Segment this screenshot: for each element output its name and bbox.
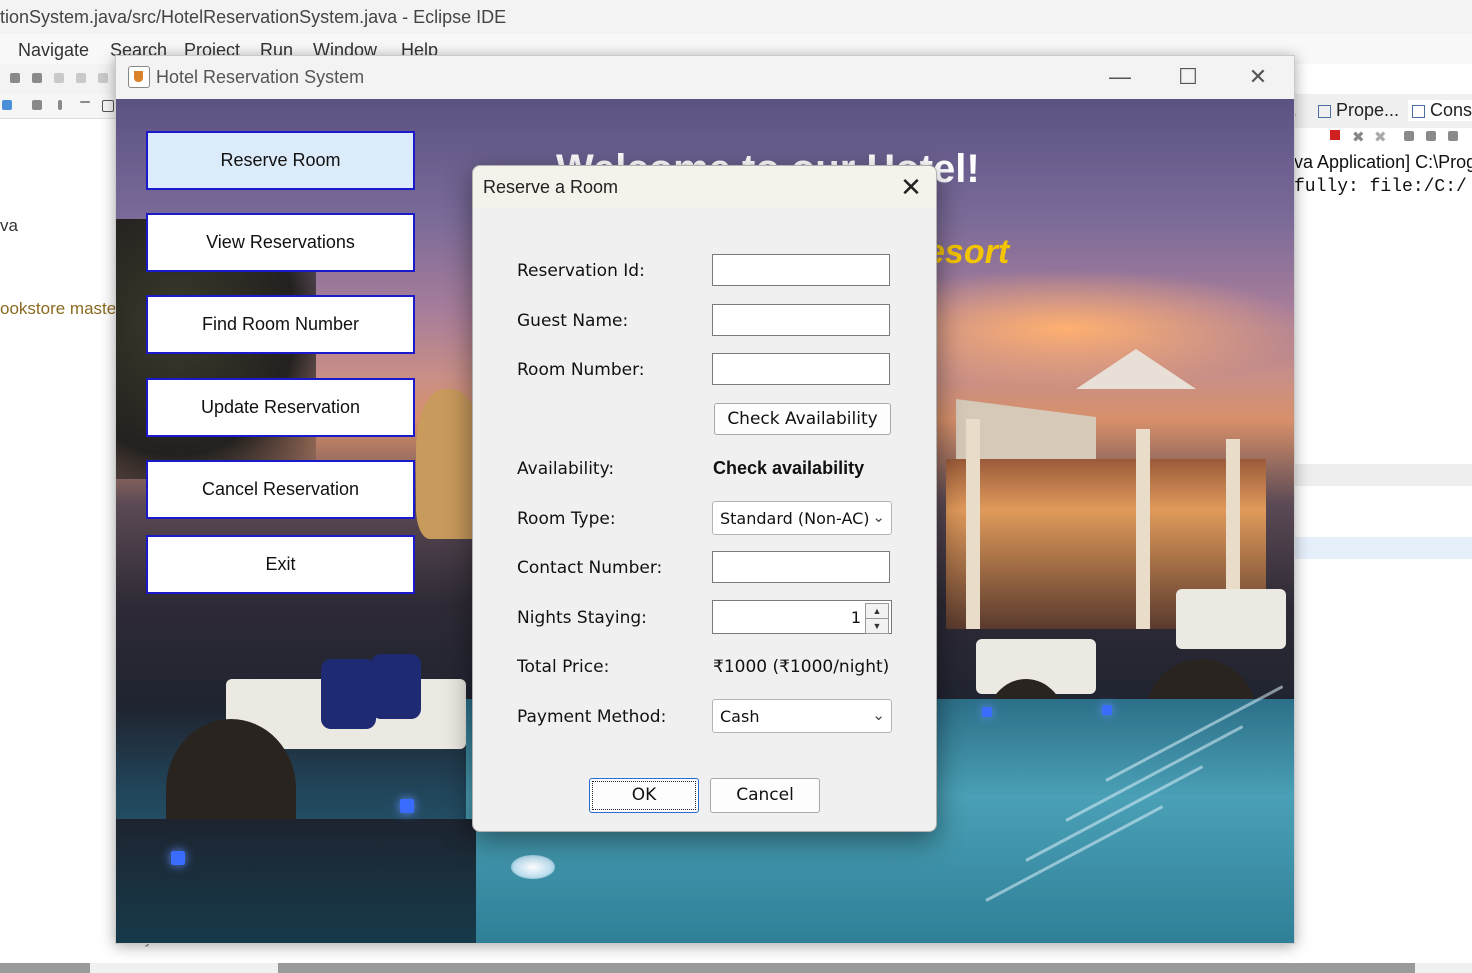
- toolbar-icon[interactable]: [32, 73, 42, 83]
- exit-button[interactable]: Exit: [146, 535, 415, 594]
- app-title-bar: Hotel Reservation System — ☐ ✕: [116, 56, 1294, 99]
- resort-banner: esort: [926, 233, 1010, 271]
- spinner-down-icon[interactable]: ▼: [865, 618, 889, 634]
- reserve-room-button[interactable]: Reserve Room: [146, 131, 415, 190]
- cancel-reservation-button[interactable]: Cancel Reservation: [146, 460, 415, 519]
- guest-name-input[interactable]: [712, 304, 890, 336]
- console-header: va Application] C:\Progr: [1294, 152, 1472, 172]
- view-menu-icon[interactable]: [58, 100, 62, 110]
- console-toolbar-icon[interactable]: [1426, 131, 1436, 141]
- dialog-title: Reserve a Room: [483, 177, 619, 197]
- scrollbar-thumb[interactable]: [278, 963, 1415, 973]
- spinner-up-icon[interactable]: ▲: [865, 603, 889, 619]
- total-price-label: Total Price:: [517, 657, 610, 677]
- chevron-down-icon: ⌄: [872, 707, 885, 724]
- minimize-button[interactable]: —: [1100, 62, 1140, 92]
- tab-console[interactable]: Cons.: [1408, 100, 1472, 121]
- contact-number-label: Contact Number:: [517, 558, 663, 578]
- room-type-select[interactable]: Standard (Non-AC) ⌄: [712, 501, 892, 535]
- contact-number-input[interactable]: [712, 551, 890, 583]
- ide-toolbar: [0, 64, 120, 94]
- update-reservation-button[interactable]: Update Reservation: [146, 378, 415, 437]
- reserve-room-dialog: Reserve a Room ✕ Reservation Id: Guest N…: [472, 165, 937, 832]
- availability-value: Check availability: [713, 458, 865, 478]
- find-room-number-button[interactable]: Find Room Number: [146, 295, 415, 354]
- ide-right-panel: . Prope... Cons. ✖ ✖ va Application] C:\…: [1292, 64, 1472, 973]
- app-window-title: Hotel Reservation System: [156, 67, 365, 87]
- tab-console-label: Cons.: [1430, 100, 1472, 120]
- nights-staying-spinner[interactable]: 1 ▲ ▼: [712, 600, 892, 634]
- reservation-id-input[interactable]: [712, 254, 890, 286]
- tree-item[interactable]: ookstore maste: [0, 299, 116, 319]
- filter-icon[interactable]: [2, 100, 12, 110]
- console-output: fully: file:/C:/: [1294, 177, 1467, 197]
- maximize-button[interactable]: ☐: [1168, 62, 1208, 92]
- nights-staying-label: Nights Staying:: [517, 608, 647, 628]
- payment-method-label: Payment Method:: [517, 707, 667, 727]
- view-tabs: . Prope... Cons.: [1292, 94, 1472, 128]
- console-toolbar-icon[interactable]: [1448, 131, 1458, 141]
- menu-navigate[interactable]: Navigate: [18, 40, 89, 61]
- dialog-close-icon[interactable]: ✕: [893, 170, 929, 204]
- toolbar-icon[interactable]: [54, 73, 64, 83]
- java-icon: [128, 66, 150, 88]
- room-type-value: Standard (Non-AC): [720, 509, 870, 528]
- tab-properties-label: Prope...: [1336, 100, 1400, 120]
- selected-row: [1294, 537, 1472, 559]
- panel-separator: [1294, 464, 1472, 486]
- room-type-label: Room Type:: [517, 509, 616, 529]
- room-number-input[interactable]: [712, 353, 890, 385]
- view-reservations-button[interactable]: View Reservations: [146, 213, 415, 272]
- close-button[interactable]: ✕: [1238, 62, 1278, 92]
- remove-all-icon[interactable]: ✖: [1374, 128, 1387, 146]
- payment-method-select[interactable]: Cash ⌄: [712, 699, 892, 733]
- guest-name-label: Guest Name:: [517, 311, 629, 331]
- maximize-view-icon[interactable]: [102, 100, 114, 112]
- terminate-icon[interactable]: [1330, 130, 1340, 140]
- dialog-title-bar: Reserve a Room ✕: [473, 166, 936, 208]
- total-price-value: ₹1000 (₹1000/night): [713, 657, 890, 677]
- room-number-label: Room Number:: [517, 360, 645, 380]
- toolbar-icon[interactable]: [76, 73, 86, 83]
- ide-title-bar: tionSystem.java/src/HotelReservationSyst…: [0, 0, 1472, 34]
- nights-staying-value: 1: [850, 608, 861, 627]
- toolbar-icon[interactable]: [10, 73, 20, 83]
- tree-item[interactable]: va: [0, 216, 18, 236]
- ide-view-toolbar: [0, 94, 120, 119]
- console-toolbar-icon[interactable]: [1404, 131, 1414, 141]
- reservation-id-label: Reservation Id:: [517, 261, 645, 281]
- availability-label: Availability:: [517, 459, 615, 479]
- ok-button[interactable]: OK: [589, 778, 699, 813]
- scrollbar-thumb[interactable]: [0, 963, 90, 973]
- console-icon: [1412, 104, 1425, 118]
- payment-method-value: Cash: [720, 707, 760, 726]
- check-availability-button[interactable]: Check Availability: [714, 403, 891, 435]
- minimize-view-icon[interactable]: [80, 101, 90, 103]
- cancel-button[interactable]: Cancel: [710, 778, 820, 813]
- ide-window-title: tionSystem.java/src/HotelReservationSyst…: [0, 7, 507, 27]
- remove-launch-icon[interactable]: ✖: [1352, 128, 1365, 146]
- link-icon[interactable]: [32, 100, 42, 110]
- toolbar-icon[interactable]: [98, 73, 108, 83]
- chevron-down-icon: ⌄: [872, 509, 885, 526]
- properties-icon: [1318, 104, 1331, 118]
- tab-properties[interactable]: Prope...: [1318, 100, 1399, 121]
